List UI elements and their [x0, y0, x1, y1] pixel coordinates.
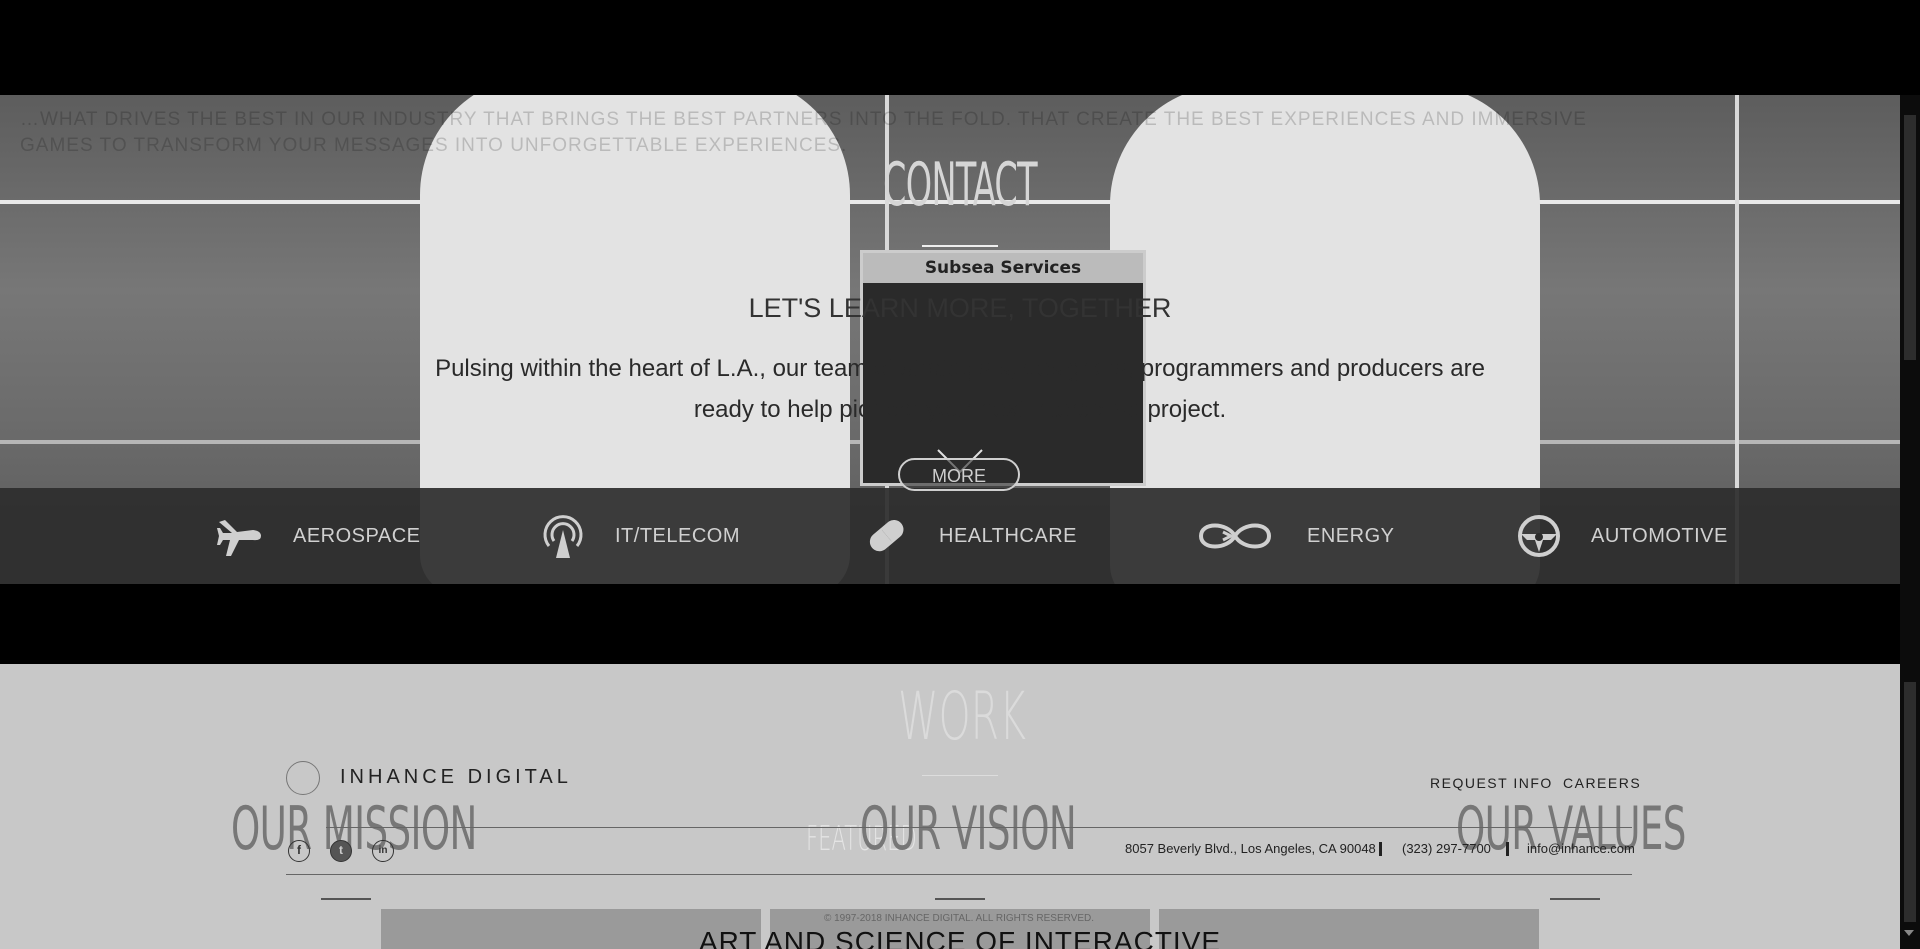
scrollbar-thumb[interactable] — [1904, 115, 1916, 360]
nav-careers[interactable]: CAREERS — [1563, 775, 1641, 791]
title-underline — [922, 245, 998, 247]
airplane-icon — [217, 520, 261, 556]
brand-name[interactable]: INHANCE DIGITAL — [340, 766, 572, 789]
contact-hero: Subsea Services …WHAT DRIVES THE BEST IN… — [0, 95, 1900, 584]
industry-item-automotive[interactable]: AUTOMOTIVE — [1517, 488, 1728, 584]
contact-description: Pulsing within the heart of L.A., our te… — [420, 348, 1500, 430]
industry-item-it-telecom[interactable]: IT/TELECOM — [541, 488, 740, 584]
footer-separator — [1506, 842, 1509, 856]
footer-copyright: © 1997-2018 INHANCE DIGITAL. ALL RIGHTS … — [823, 913, 1095, 924]
nav-request-info[interactable]: REQUEST INFO — [1430, 775, 1553, 791]
industry-item-healthcare[interactable]: HEALTHCARE — [865, 488, 1077, 584]
footer-divider — [286, 874, 1632, 875]
contact-description-line: ready to help pioneer your next interact… — [693, 396, 1227, 423]
footer-divider — [326, 827, 1632, 828]
industry-item-energy[interactable]: ENERGY — [1193, 488, 1394, 584]
inhance-logo-icon[interactable] — [286, 761, 320, 795]
contact-description-line: Pulsing within the heart of L.A., our te… — [435, 355, 1485, 382]
site-footer: INHANCE DIGITAL REQUEST INFO CAREERS f t… — [286, 756, 1640, 936]
facebook-icon[interactable]: f — [288, 840, 310, 862]
pill-capsule-icon — [869, 520, 904, 552]
footer-separator — [1379, 842, 1382, 856]
top-black-band — [0, 0, 1900, 95]
ghost-work-title: WORK — [898, 678, 1026, 755]
broadcast-tower-icon — [543, 515, 583, 558]
industry-label: AEROSPACE — [293, 524, 421, 547]
industry-label: ENERGY — [1307, 524, 1395, 547]
steering-wheel-icon — [1518, 515, 1560, 557]
industry-label: IT/TELECOM — [615, 524, 741, 547]
contact-title: CONTACT — [882, 150, 1038, 220]
footer-phone[interactable]: (323) 297-7700 — [1402, 841, 1491, 856]
contact-subtitle: LET'S LEARN MORE, TOGETHER — [748, 293, 1172, 323]
industry-label: HEALTHCARE — [939, 524, 1077, 547]
more-button[interactable]: MORE — [898, 458, 1020, 491]
industry-item-aerospace[interactable]: AEROSPACE — [215, 488, 421, 584]
linkedin-icon[interactable]: in — [372, 840, 394, 862]
scroll-down-arrow-icon[interactable] — [1904, 930, 1914, 936]
footer-address: 8057 Beverly Blvd., Los Angeles, CA 9004… — [1125, 841, 1376, 856]
industry-label: AUTOMOTIVE — [1591, 524, 1728, 547]
infinity-energy-icon — [1198, 523, 1272, 549]
footer-email[interactable]: info@inhance.com — [1527, 841, 1635, 856]
panel-title: Subsea Services — [863, 253, 1143, 283]
scrollbar-thumb[interactable] — [1904, 682, 1916, 922]
twitter-icon[interactable]: t — [330, 840, 352, 862]
industry-bar: AEROSPACE IT/TELECOM HEALTHCARE ENERGY A… — [0, 488, 1900, 584]
